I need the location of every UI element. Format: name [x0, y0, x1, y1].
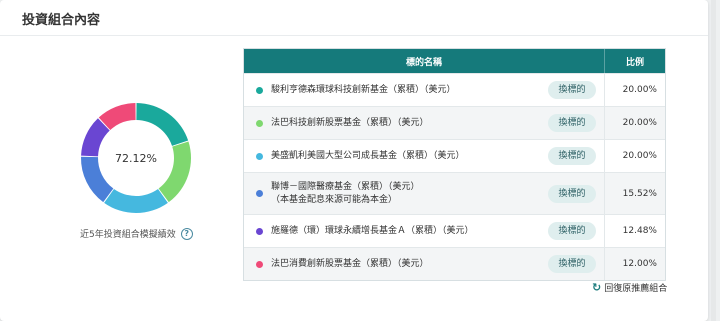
performance-caption-text: 近5年投資組合模擬績效: [80, 230, 176, 240]
swap-fund-button[interactable]: 換標的: [548, 255, 596, 273]
section-title: 投資組合內容: [22, 13, 101, 28]
allocation-donut-chart: 72.12%: [80, 102, 192, 214]
fund-name-block: 施羅德（環）環球永續增長基金Ａ（累積）（美元）: [271, 225, 542, 238]
help-icon[interactable]: ?: [180, 227, 193, 240]
fund-color-dot: [256, 119, 263, 127]
fund-name: 聯博－國際醫療基金（累積）（美元）: [271, 181, 420, 192]
swap-fund-button[interactable]: 換標的: [548, 147, 596, 165]
table-row: 法巴科技創新股票基金（累積）（美元） 換標的 20.00%: [244, 106, 665, 139]
performance-caption: 近5年投資組合模擬績效 ?: [80, 227, 193, 240]
fund-name-block: 美盛凱利美國大型公司成長基金（累積）（美元）: [271, 150, 542, 163]
header-fund-name: 標的名稱: [405, 57, 442, 68]
fund-ratio: 20.00%: [604, 107, 665, 139]
fund-name-cell: 聯博－國際醫療基金（累積）（美元） （本基金配息來源可能為本金） 換標的: [244, 173, 604, 214]
fund-name: 駿利亨德森環球科技創新基金（累積）（美元）: [271, 84, 456, 95]
fund-name-block: 駿利亨德森環球科技創新基金（累積）（美元）: [271, 84, 542, 97]
swap-fund-button[interactable]: 換標的: [548, 81, 596, 99]
table-row: 施羅德（環）環球永續增長基金Ａ（累積）（美元） 換標的 12.48%: [244, 214, 665, 247]
fund-ratio: 12.00%: [604, 248, 665, 280]
fund-name-cell: 法巴消費創新股票基金（累積）（美元） 換標的: [244, 248, 604, 280]
fund-color-dot: [256, 227, 263, 235]
fund-note: （本基金配息來源可能為本金）: [271, 194, 398, 205]
table-body: 駿利亨德森環球科技創新基金（累積）（美元） 換標的 20.00% 法巴科技創新股票基金…: [244, 73, 665, 280]
fund-name: 法巴科技創新股票基金（累積）（美元）: [271, 117, 429, 128]
fund-name: 施羅德（環）環球永續增長基金Ａ（累積）（美元）: [271, 225, 474, 236]
fund-ratio: 20.00%: [604, 74, 665, 106]
fund-color-dot: [256, 152, 263, 160]
fund-name: 法巴消費創新股票基金（累積）（美元）: [271, 258, 429, 269]
portfolio-card: 投資組合內容 72.12% 近5年投資組合模擬績效 ? 標的名稱 比例 駿利亨德…: [0, 0, 708, 321]
holdings-table: 標的名稱 比例 駿利亨德森環球科技創新基金（累積）（美元） 換標的 20.00% 法巴…: [243, 48, 666, 281]
fund-name-cell: 美盛凱利美國大型公司成長基金（累積）（美元） 換標的: [244, 140, 604, 172]
reset-portfolio-label: 回復原推薦組合: [604, 284, 668, 294]
swap-fund-button[interactable]: 換標的: [548, 222, 596, 240]
fund-name-cell: 施羅德（環）環球永續增長基金Ａ（累積）（美元） 換標的: [244, 215, 604, 247]
table-row: 駿利亨德森環球科技創新基金（累積）（美元） 換標的 20.00%: [244, 73, 665, 106]
refresh-icon: ↻: [592, 281, 602, 294]
fund-name-cell: 法巴科技創新股票基金（累積）（美元） 換標的: [244, 107, 604, 139]
fund-name: 美盛凱利美國大型公司成長基金（累積）（美元）: [271, 150, 465, 161]
table-row: 美盛凱利美國大型公司成長基金（累積）（美元） 換標的 20.00%: [244, 139, 665, 172]
table-row: 法巴消費創新股票基金（累積）（美元） 換標的 12.00%: [244, 247, 665, 280]
fund-color-dot: [256, 190, 263, 197]
reset-portfolio-button[interactable]: ↻ 回復原推薦組合: [592, 281, 667, 294]
fund-ratio: 12.48%: [604, 215, 665, 247]
title-divider: [0, 35, 708, 36]
table-header: 標的名稱 比例: [244, 49, 665, 73]
fund-ratio: 20.00%: [604, 140, 665, 172]
fund-name-cell: 駿利亨德森環球科技創新基金（累積）（美元） 換標的: [244, 74, 604, 106]
table-row: 聯博－國際醫療基金（累積）（美元） （本基金配息來源可能為本金） 換標的 15.52%: [244, 172, 665, 214]
fund-ratio: 15.52%: [604, 173, 665, 214]
fund-name-block: 法巴科技創新股票基金（累積）（美元）: [271, 117, 542, 130]
fund-color-dot: [256, 86, 263, 94]
fund-color-dot: [256, 260, 263, 268]
swap-fund-button[interactable]: 換標的: [548, 184, 596, 203]
fund-name-block: 聯博－國際醫療基金（累積）（美元） （本基金配息來源可能為本金）: [271, 181, 542, 207]
header-ratio: 比例: [604, 49, 665, 73]
page-scrollbar[interactable]: [711, 0, 716, 321]
donut-center-value: 72.12%: [115, 151, 157, 165]
swap-fund-button[interactable]: 換標的: [548, 114, 596, 132]
fund-name-block: 法巴消費創新股票基金（累積）（美元）: [271, 258, 542, 271]
